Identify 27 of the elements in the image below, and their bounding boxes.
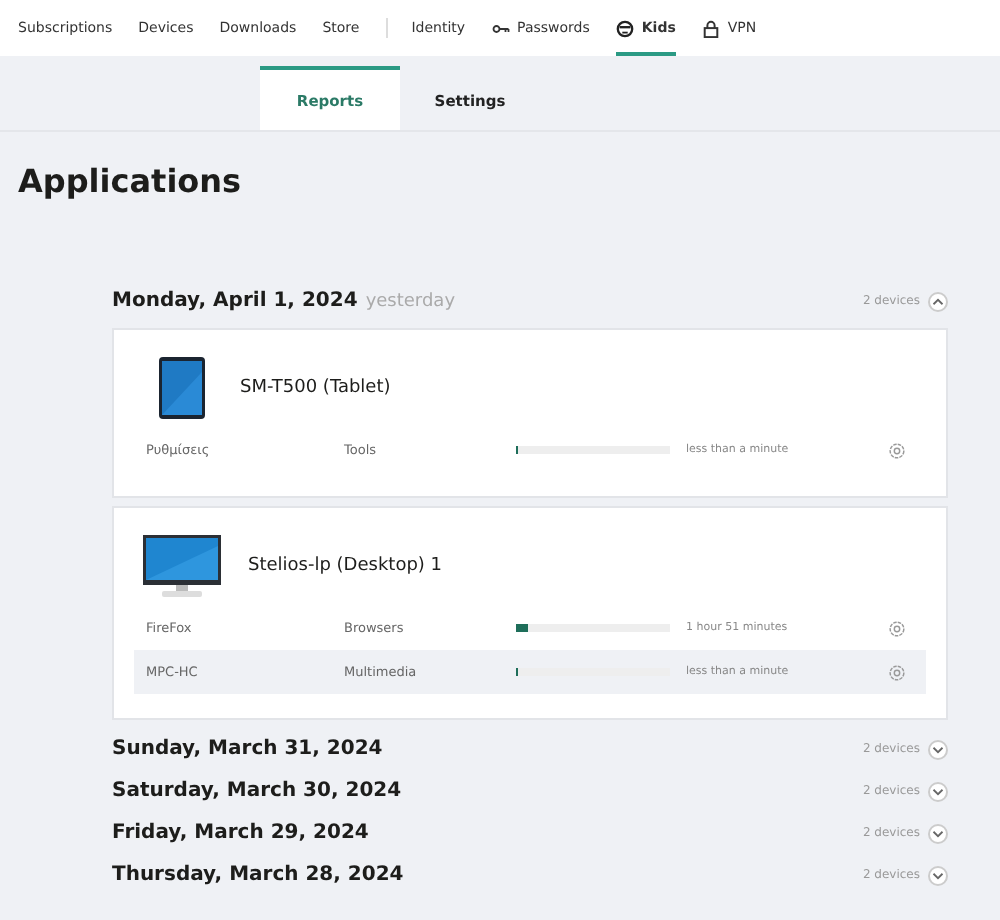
chevron-up-icon [932, 295, 944, 307]
settings-icon[interactable] [888, 441, 906, 459]
chevron-down-icon [932, 827, 944, 839]
chevron-down-icon [932, 785, 944, 797]
expand-button[interactable] [928, 823, 948, 843]
day-heading: Friday, March 29, 2024 [112, 822, 369, 844]
chevron-down-icon [932, 869, 944, 881]
page-title: Applications [18, 162, 244, 200]
lock-icon [701, 19, 720, 37]
settings-icon[interactable] [888, 663, 906, 681]
expand-button[interactable] [928, 865, 948, 885]
day-heading: Monday, April 1, 2024 [112, 290, 358, 312]
device-name: SM-T500 (Tablet) [240, 378, 391, 398]
expand-button[interactable] [928, 739, 948, 759]
day-heading: Saturday, March 30, 2024 [112, 780, 402, 802]
key-icon [491, 19, 510, 37]
collapse-button[interactable] [928, 291, 948, 311]
chevron-down-icon [932, 743, 944, 755]
day-note: yesterday [365, 291, 456, 311]
tablet-icon [158, 356, 206, 420]
device-name: Stelios-lp (Desktop) 1 [248, 556, 443, 576]
face-icon [615, 19, 634, 37]
settings-icon[interactable] [888, 619, 906, 637]
expand-button[interactable] [928, 781, 948, 801]
day-heading: Sunday, March 31, 2024 [112, 738, 383, 760]
day-heading: Thursday, March 28, 2024 [112, 864, 404, 886]
monitor-icon [142, 534, 222, 598]
